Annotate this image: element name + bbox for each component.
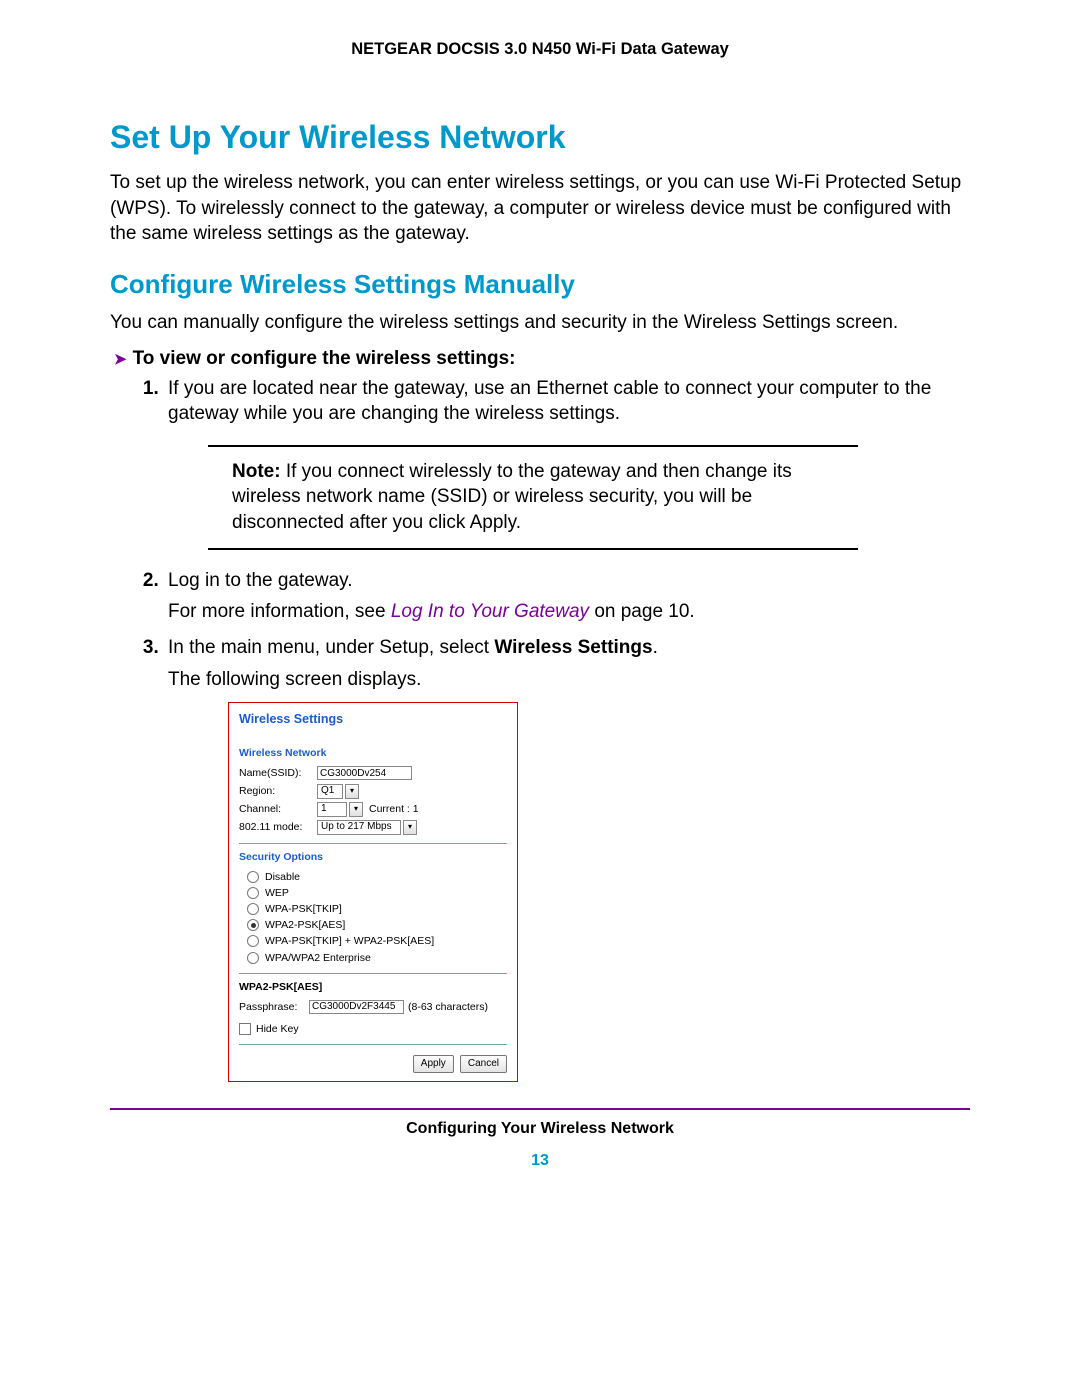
step-2b-pre: For more information, see — [168, 601, 391, 622]
link-login-gateway[interactable]: Log In to Your Gateway — [391, 601, 589, 622]
ui-section-wpa: WPA2-PSK[AES] — [239, 980, 507, 994]
step-3a-bold: Wireless Settings — [494, 637, 652, 658]
note-label: Note: — [232, 461, 281, 482]
region-select[interactable]: Q1 — [317, 784, 343, 799]
region-label: Region: — [239, 784, 317, 798]
radio-button[interactable] — [247, 935, 259, 947]
doc-header: NETGEAR DOCSIS 3.0 N450 Wi-Fi Data Gatew… — [110, 40, 970, 59]
intro-paragraph: To set up the wireless network, you can … — [110, 170, 970, 247]
chevron-down-icon[interactable]: ▾ — [403, 820, 417, 835]
radio-button[interactable] — [247, 871, 259, 883]
ssid-input[interactable]: CG3000Dv254 — [317, 766, 412, 780]
security-option-row: Disable — [247, 870, 507, 884]
step-2a-text: Log in to the gateway. — [168, 570, 353, 591]
chevron-down-icon[interactable]: ▾ — [349, 802, 363, 817]
passphrase-hint: (8-63 characters) — [408, 1000, 488, 1014]
note-box: Note: If you connect wirelessly to the g… — [208, 445, 858, 550]
ui-section-security: Security Options — [239, 850, 507, 864]
security-option-label: WPA2-PSK[AES] — [265, 918, 345, 932]
security-option-label: WPA-PSK[TKIP] — [265, 902, 342, 916]
step-1: If you are located near the gateway, use… — [164, 376, 970, 550]
step-3: In the main menu, under Setup, select Wi… — [164, 635, 970, 1082]
ssid-label: Name(SSID): — [239, 766, 317, 780]
step-3b-text: The following screen displays. — [168, 667, 970, 693]
security-option-label: Disable — [265, 870, 300, 884]
chevron-down-icon[interactable]: ▾ — [345, 784, 359, 799]
procedure-title: To view or configure the wireless settin… — [133, 348, 516, 369]
channel-label: Channel: — [239, 802, 317, 816]
wireless-settings-screenshot: Wireless Settings Wireless Network Name(… — [228, 702, 518, 1081]
security-option-label: WPA/WPA2 Enterprise — [265, 951, 371, 965]
passphrase-label: Passphrase: — [239, 1000, 309, 1014]
cancel-button[interactable]: Cancel — [460, 1055, 507, 1073]
radio-button[interactable] — [247, 903, 259, 915]
security-option-row: WPA2-PSK[AES] — [247, 918, 507, 932]
chevron-right-icon: ➤ — [114, 350, 127, 368]
h2-intro-paragraph: You can manually configure the wireless … — [110, 310, 970, 336]
h2-configure-manually: Configure Wireless Settings Manually — [110, 269, 970, 300]
hidekey-label: Hide Key — [256, 1022, 299, 1036]
procedure-heading: ➤ To view or configure the wireless setti… — [114, 348, 970, 370]
radio-button[interactable] — [247, 887, 259, 899]
ui-section-network: Wireless Network — [239, 746, 507, 760]
step-2: Log in to the gateway. For more informat… — [164, 568, 970, 625]
footer-rule — [110, 1108, 970, 1110]
step-1-text: If you are located near the gateway, use… — [168, 378, 931, 425]
h1-setup-wireless: Set Up Your Wireless Network — [110, 119, 970, 156]
security-option-row: WEP — [247, 886, 507, 900]
hidekey-checkbox[interactable] — [239, 1023, 251, 1035]
security-option-label: WEP — [265, 886, 289, 900]
passphrase-input[interactable]: CG3000Dv2F3445 — [309, 1000, 404, 1014]
step-2b-post: on page 10. — [589, 601, 695, 622]
channel-current: Current : 1 — [369, 802, 419, 816]
page-number: 13 — [110, 1152, 970, 1170]
security-option-row: WPA-PSK[TKIP] + WPA2-PSK[AES] — [247, 934, 507, 948]
radio-button[interactable] — [247, 952, 259, 964]
step-3a-post: . — [653, 637, 658, 658]
channel-select[interactable]: 1 — [317, 802, 347, 817]
mode-select[interactable]: Up to 217 Mbps — [317, 820, 401, 835]
step-3a-pre: In the main menu, under Setup, select — [168, 637, 494, 658]
security-option-label: WPA-PSK[TKIP] + WPA2-PSK[AES] — [265, 934, 434, 948]
security-option-row: WPA/WPA2 Enterprise — [247, 951, 507, 965]
radio-button[interactable] — [247, 919, 259, 931]
note-body: If you connect wirelessly to the gateway… — [232, 461, 792, 533]
footer-text: Configuring Your Wireless Network — [110, 1120, 970, 1138]
ui-title: Wireless Settings — [239, 711, 507, 728]
security-option-row: WPA-PSK[TKIP] — [247, 902, 507, 916]
apply-button[interactable]: Apply — [413, 1055, 454, 1073]
mode-label: 802.11 mode: — [239, 820, 317, 834]
